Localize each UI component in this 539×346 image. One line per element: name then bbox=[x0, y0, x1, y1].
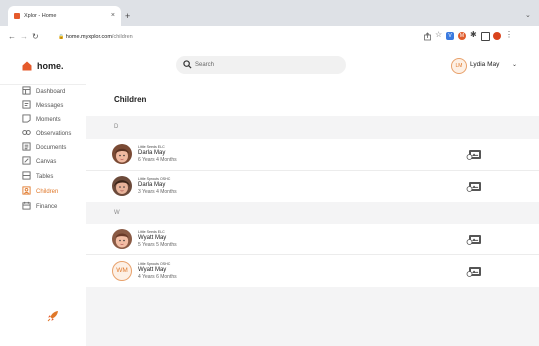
browser-menu-icon[interactable]: ⋮ bbox=[505, 30, 513, 39]
sidebar-item-label: Finance bbox=[36, 204, 58, 210]
sidebar-item-label: Messages bbox=[36, 103, 64, 109]
lock-icon: 🔒 bbox=[58, 34, 65, 40]
sidebar-item-dashboard[interactable]: Dashboard bbox=[22, 86, 65, 98]
child-name: Darla May bbox=[138, 150, 166, 156]
chevron-down-icon[interactable]: ⌄ bbox=[512, 58, 517, 72]
child-age: 5 Years 5 Months bbox=[138, 242, 177, 248]
child-name: Wyatt May bbox=[138, 267, 167, 273]
extension-m-icon[interactable]: M bbox=[458, 32, 466, 40]
lunchbox-icon[interactable] bbox=[466, 266, 482, 277]
sidebar-item-label: Documents bbox=[36, 145, 67, 151]
child-avatar[interactable] bbox=[112, 229, 132, 249]
sidebar-item-label: Observations bbox=[36, 131, 72, 137]
url-path: /children bbox=[111, 34, 133, 40]
child-age: 6 Years 4 Months bbox=[138, 157, 177, 163]
reload-icon[interactable]: ↻ bbox=[32, 31, 39, 43]
sidebar-item-label: Tables bbox=[36, 174, 54, 180]
extension-v-icon[interactable]: V bbox=[446, 32, 454, 40]
group-letter-d: D bbox=[114, 124, 119, 130]
page-title: Children bbox=[114, 95, 147, 104]
lunchbox-icon[interactable] bbox=[466, 181, 482, 192]
browser-tab-title: Xplor - Home bbox=[24, 13, 57, 19]
sidebar-item-messages[interactable]: Messages bbox=[22, 100, 63, 112]
child-age: 3 Years 4 Months bbox=[138, 189, 177, 195]
browser-tab[interactable]: Xplor - Home × bbox=[8, 6, 121, 26]
child-name: Wyatt May bbox=[138, 235, 167, 241]
page-header bbox=[86, 84, 539, 116]
lunchbox-icon[interactable] bbox=[466, 149, 482, 160]
share-icon[interactable] bbox=[423, 32, 432, 41]
documents-icon bbox=[22, 142, 31, 151]
tab-search-icon[interactable]: ⌄ bbox=[525, 6, 531, 26]
extension-puzzle-icon[interactable]: ✱ bbox=[470, 30, 477, 39]
child-name: Darla May bbox=[138, 182, 166, 188]
child-avatar[interactable] bbox=[112, 176, 132, 196]
search-icon bbox=[183, 60, 192, 69]
sidebar-item-finance[interactable]: Finance bbox=[22, 201, 57, 213]
app-logo[interactable]: home. bbox=[37, 59, 64, 73]
dashboard-icon bbox=[22, 86, 31, 95]
url-host: home.myxplor.com bbox=[65, 34, 112, 40]
lunchbox-icon[interactable] bbox=[466, 234, 482, 245]
new-tab-button[interactable]: + bbox=[125, 6, 130, 26]
sidebar-item-label: Moments bbox=[36, 117, 61, 123]
sidebar-item-canvas[interactable]: Canvas bbox=[22, 156, 56, 168]
sidebar-item-moments[interactable]: Moments bbox=[22, 114, 61, 126]
profile-avatar-icon[interactable] bbox=[493, 32, 501, 40]
address-bar[interactable]: 🔒 home.myxplor.com/children bbox=[58, 31, 458, 43]
canvas-icon bbox=[22, 156, 31, 165]
xplor-favicon-icon bbox=[14, 13, 20, 19]
child-avatar[interactable]: WM bbox=[112, 261, 132, 281]
forward-icon[interactable]: → bbox=[20, 31, 28, 43]
sidebar-item-label: Canvas bbox=[36, 159, 57, 165]
rocket-icon[interactable] bbox=[47, 310, 59, 322]
observations-icon bbox=[22, 129, 31, 135]
user-avatar[interactable]: LM bbox=[451, 58, 467, 74]
child-avatar[interactable] bbox=[112, 144, 132, 164]
home-logo-icon[interactable] bbox=[22, 61, 32, 71]
messages-icon bbox=[22, 100, 31, 109]
sidebar-item-label: Children bbox=[36, 189, 59, 195]
sidebar-item-observations[interactable]: Observations bbox=[22, 128, 71, 140]
child-age: 4 Years 6 Months bbox=[138, 274, 177, 280]
sidebar-item-documents[interactable]: Documents bbox=[22, 142, 66, 154]
group-letter-w: W bbox=[114, 210, 120, 216]
tables-icon bbox=[22, 171, 31, 180]
main-content bbox=[86, 84, 539, 346]
children-icon bbox=[22, 186, 31, 195]
back-icon[interactable]: ← bbox=[8, 31, 16, 43]
sidebar-item-children[interactable]: Children bbox=[22, 186, 58, 198]
side-panel-icon[interactable] bbox=[481, 32, 490, 41]
tab-close-icon[interactable]: × bbox=[111, 6, 115, 26]
moments-icon bbox=[22, 114, 31, 123]
user-name[interactable]: Lydia May bbox=[470, 58, 499, 72]
bookmark-star-icon[interactable]: ☆ bbox=[435, 30, 442, 39]
finance-icon bbox=[22, 201, 31, 210]
sidebar-item-label: Dashboard bbox=[36, 89, 66, 95]
sidebar-item-tables[interactable]: Tables bbox=[22, 171, 53, 183]
search-placeholder: Search bbox=[195, 62, 215, 68]
